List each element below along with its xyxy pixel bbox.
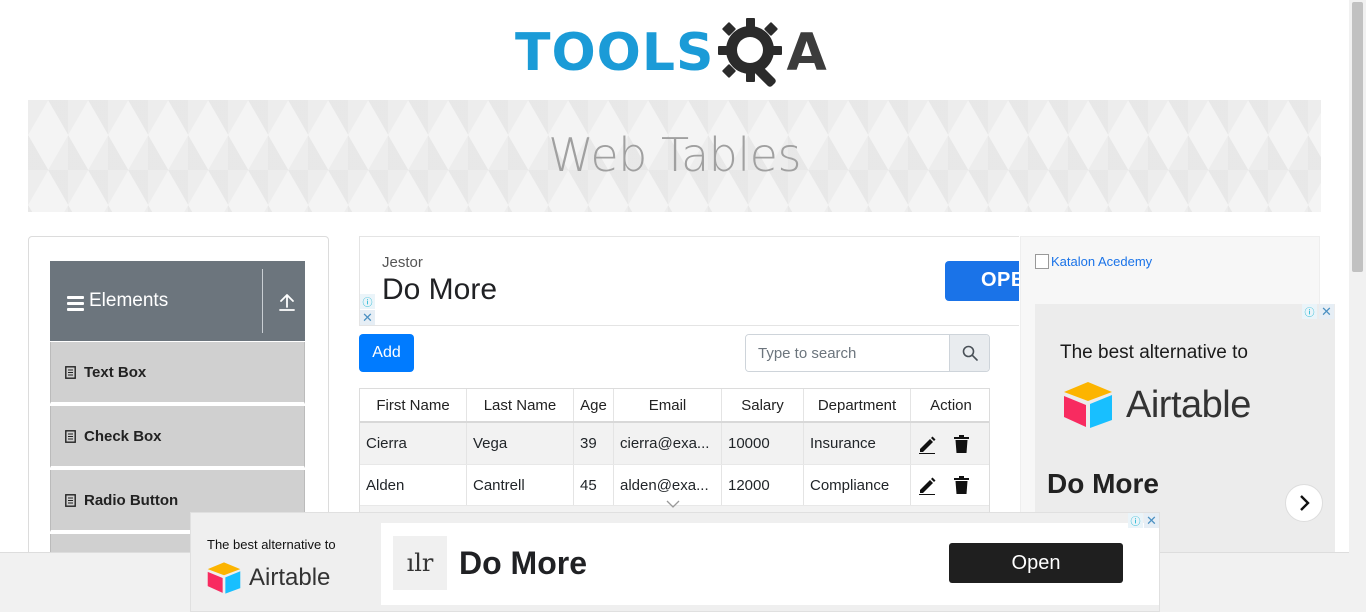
page: TOOLS A Web Tables Elements Text Box Che…: [0, 0, 1366, 612]
page-title: Web Tables: [548, 128, 801, 182]
ad-next-button[interactable]: [1285, 484, 1323, 522]
table-header-row: First Name Last Name Age Email Salary De…: [360, 389, 989, 423]
ad-close-icon[interactable]: ✕: [1319, 304, 1334, 319]
ad-open-button[interactable]: OPE: [945, 261, 1019, 301]
cell-department: Compliance: [804, 465, 911, 505]
column-header-first-name[interactable]: First Name: [360, 389, 467, 421]
document-icon: [65, 365, 76, 379]
ad-banner-top[interactable]: Jestor Do More OPE: [359, 236, 1019, 326]
ad-tagline: The best alternative to: [1060, 342, 1248, 363]
logo-text-tools: TOOLS: [515, 23, 715, 83]
sidebar-item-label: Radio Button: [84, 491, 179, 509]
document-icon: [65, 429, 76, 443]
menu-group-title: Elements: [89, 290, 169, 311]
menu-group-divider: [262, 269, 263, 333]
katalon-ad-alt-text: Katalon Acedemy: [1051, 254, 1153, 269]
search-box: [745, 334, 990, 372]
chevron-right-icon: [1300, 495, 1310, 511]
cell-salary: 12000: [722, 465, 804, 505]
document-icon: [65, 493, 76, 507]
cell-last-name: Vega: [467, 423, 574, 464]
menu-group-elements[interactable]: Elements: [50, 261, 305, 341]
sidebar-item-label: Text Box: [84, 363, 147, 381]
hamburger-icon: [67, 295, 84, 311]
search-icon: [962, 345, 978, 361]
toolsqa-logo[interactable]: TOOLS A: [515, 14, 827, 92]
airtable-brand-text: Airtable: [1126, 383, 1251, 426]
ad-headline: Do More: [382, 273, 498, 306]
ad-headline: Do More: [459, 545, 587, 581]
airtable-logo-icon: [1064, 382, 1112, 428]
cell-salary: 10000: [722, 423, 804, 464]
table-row: Cierra Vega 39 cierra@exa... 10000 Insur…: [360, 423, 989, 464]
column-header-department[interactable]: Department: [804, 389, 911, 421]
cell-action: [911, 423, 989, 464]
ad-sponsor: Jestor: [382, 254, 423, 271]
cell-first-name: Alden: [360, 465, 467, 505]
column-header-email[interactable]: Email: [614, 389, 722, 421]
gear-magnifier-icon: [718, 18, 783, 87]
cell-first-name: Cierra: [360, 423, 467, 464]
column-header-last-name[interactable]: Last Name: [467, 389, 574, 421]
collapse-arrow-icon[interactable]: [278, 293, 296, 313]
page-scrollbar[interactable]: [1349, 0, 1366, 612]
column-header-action: Action: [930, 396, 972, 414]
ad-close-icon[interactable]: ✕: [360, 310, 375, 325]
add-record-button[interactable]: Add: [359, 334, 414, 372]
ad-tagline: The best alternative to: [207, 537, 336, 552]
cell-action: [911, 465, 989, 505]
page-banner: Web Tables: [28, 100, 1321, 212]
ad-close-icon[interactable]: ✕: [1144, 513, 1159, 528]
broken-image-icon: [1035, 254, 1049, 269]
ad-open-button[interactable]: Open: [949, 543, 1123, 583]
logo-text-a: A: [786, 23, 827, 83]
ad-card[interactable]: ılr Do More Open: [381, 523, 1159, 605]
sidebar-item-text-box[interactable]: Text Box: [50, 342, 305, 404]
ad-info-icon[interactable]: ⓘ: [1128, 513, 1143, 528]
column-header-age[interactable]: Age: [574, 389, 614, 421]
edit-pencil-icon[interactable]: [917, 434, 937, 454]
airtable-logo-icon: [207, 562, 241, 594]
search-button[interactable]: [949, 335, 989, 371]
column-header-salary[interactable]: Salary: [722, 389, 804, 421]
airtable-brand: Airtable: [205, 561, 330, 595]
sidebar-item-label: Check Box: [84, 427, 162, 445]
cell-department: Insurance: [804, 423, 911, 464]
cell-email: cierra@exa...: [614, 423, 722, 464]
airtable-ad-bottom[interactable]: The best alternative to Airtable ılr Do …: [190, 512, 1160, 612]
search-input[interactable]: [746, 335, 949, 371]
chevron-down-icon[interactable]: [665, 499, 681, 509]
jestor-logo-icon: ılr: [393, 536, 447, 590]
ad-headline: Do More: [1047, 468, 1159, 499]
ad-info-icon[interactable]: ⓘ: [1302, 304, 1317, 319]
ad-info-icon[interactable]: ⓘ: [360, 294, 375, 309]
katalon-ad-link[interactable]: Katalon Acedemy: [1035, 254, 1152, 269]
scrollbar-thumb[interactable]: [1352, 2, 1363, 272]
edit-pencil-icon[interactable]: [917, 475, 937, 495]
airtable-brand-text: Airtable: [249, 564, 331, 591]
cell-age: 45: [574, 465, 614, 505]
delete-trash-icon[interactable]: [953, 434, 970, 454]
sidebar-item-check-box[interactable]: Check Box: [50, 406, 305, 468]
delete-trash-icon[interactable]: [953, 475, 970, 495]
cell-age: 39: [574, 423, 614, 464]
cell-last-name: Cantrell: [467, 465, 574, 505]
airtable-brand: Airtable: [1060, 380, 1251, 430]
